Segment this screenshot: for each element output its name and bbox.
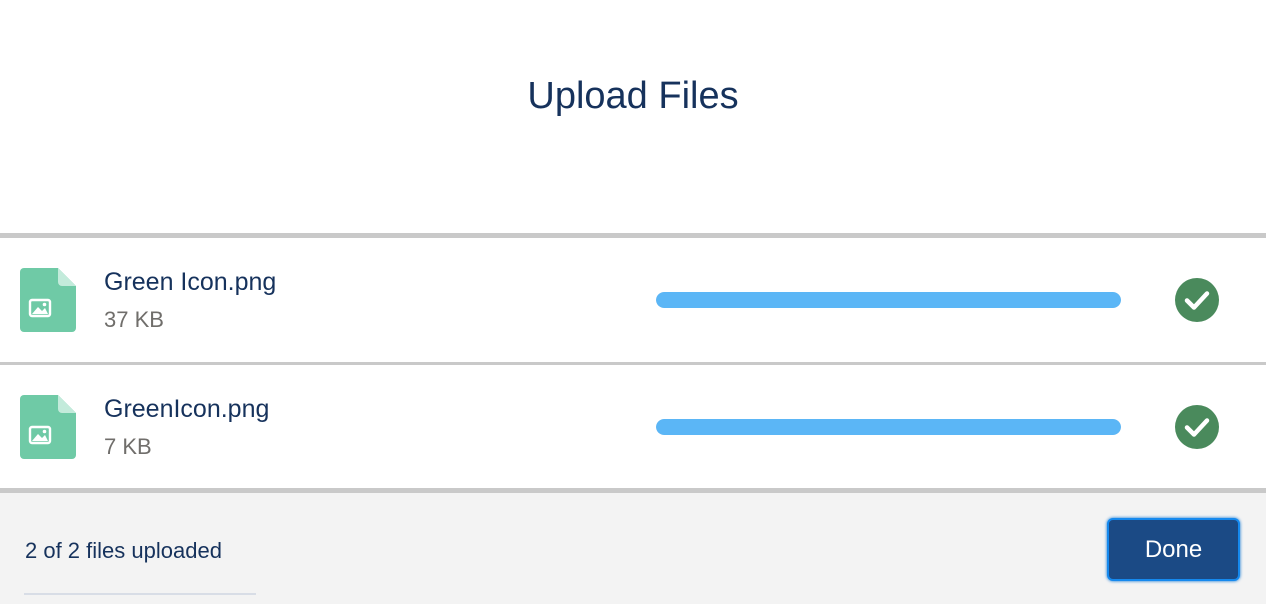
upload-status-text: 2 of 2 files uploaded bbox=[25, 538, 222, 563]
upload-progress-fill bbox=[656, 292, 1121, 308]
modal-header: Upload Files bbox=[0, 0, 1266, 233]
file-size: 7 KB bbox=[104, 434, 152, 459]
file-row: GreenIcon.png 7 KB bbox=[0, 365, 1266, 489]
success-check-icon bbox=[1175, 405, 1219, 449]
file-size: 37 KB bbox=[104, 307, 164, 332]
success-check-icon bbox=[1175, 278, 1219, 322]
upload-progress-bar bbox=[656, 419, 1121, 435]
done-button[interactable]: Done bbox=[1107, 518, 1240, 581]
modal-footer: 2 of 2 files uploaded Done bbox=[0, 493, 1266, 604]
file-name: GreenIcon.png bbox=[104, 395, 270, 423]
file-row: Green Icon.png 37 KB bbox=[0, 238, 1266, 362]
upload-progress-fill bbox=[656, 419, 1121, 435]
image-file-icon bbox=[20, 268, 76, 332]
file-name: Green Icon.png bbox=[104, 268, 277, 296]
image-file-icon bbox=[20, 395, 76, 459]
upload-files-modal: Upload Files Green Icon.png 37 KB GreenI… bbox=[0, 0, 1266, 604]
modal-title: Upload Files bbox=[527, 75, 739, 117]
upload-progress-bar bbox=[656, 292, 1121, 308]
status-underline bbox=[24, 593, 256, 595]
